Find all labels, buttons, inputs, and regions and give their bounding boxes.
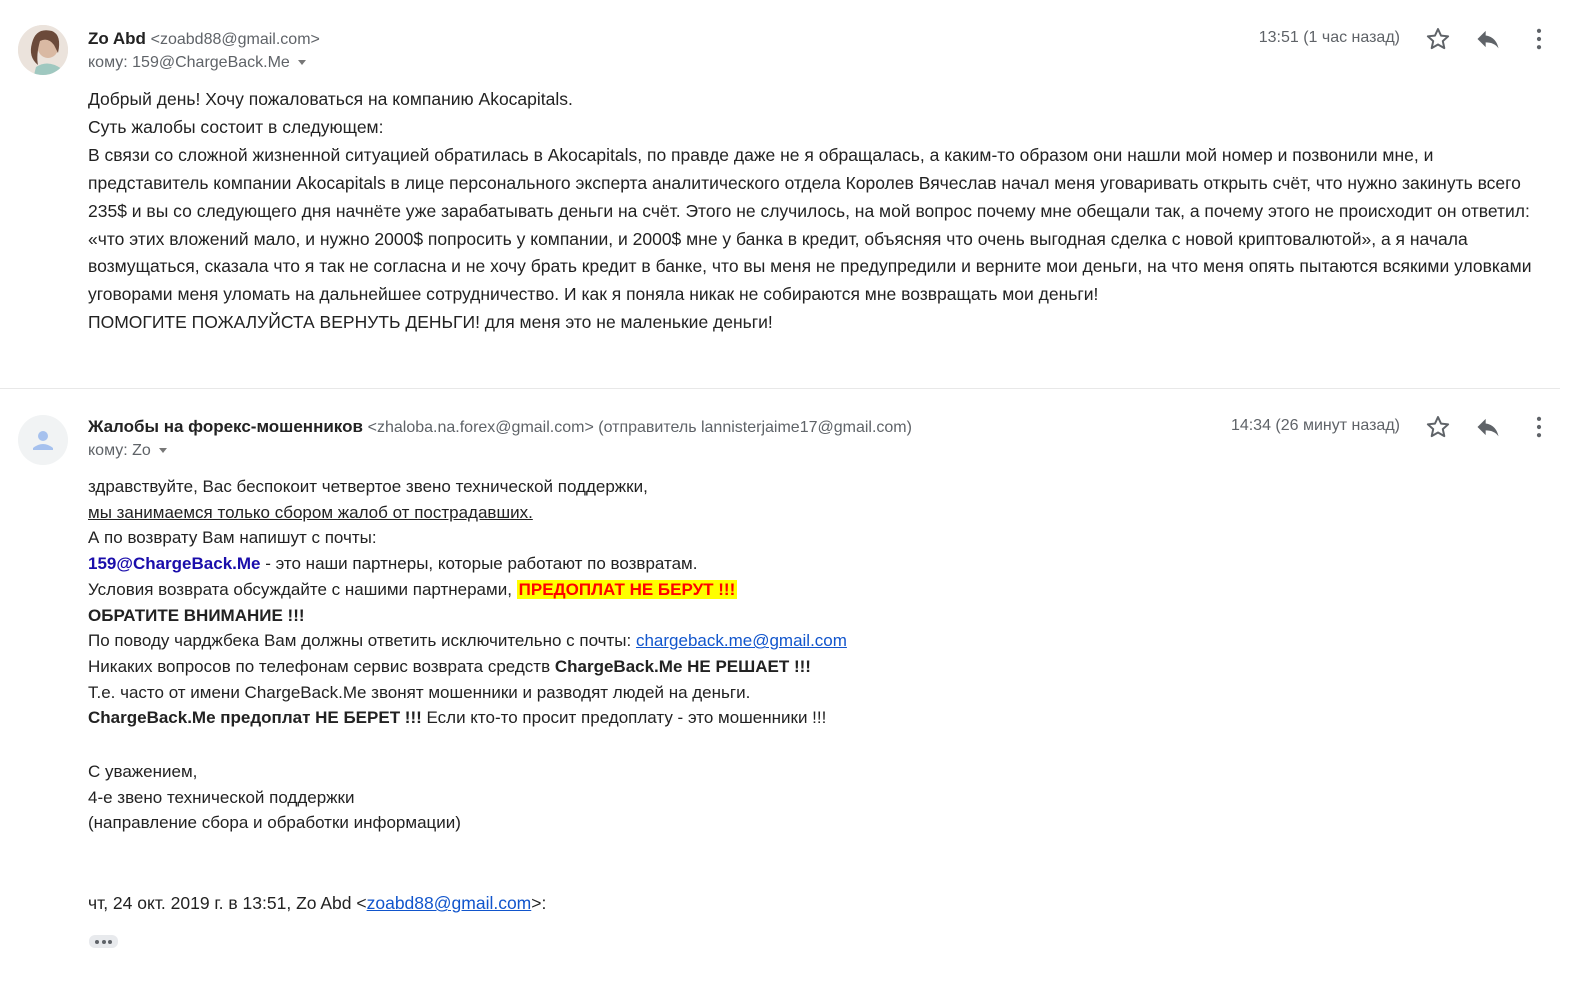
star-button[interactable] xyxy=(1424,25,1452,53)
body-line: Суть жалобы состоит в следующем: xyxy=(88,116,384,137)
avatar-photo-icon xyxy=(18,25,68,75)
body-paragraph: В связи со сложной жизненной ситуацией о… xyxy=(88,144,1532,305)
body-line: По поводу чарджбека Вам должны ответить … xyxy=(88,628,1288,654)
ellipsis-icon xyxy=(95,940,99,944)
email-message-1: Zo Abd <zoabd88@gmail.com> кому: 159@Cha… xyxy=(0,0,1577,388)
recipient-text: кому: Zo xyxy=(88,442,151,459)
body-line: 159@ChargeBack.Me - это наши партнеры, к… xyxy=(88,551,1288,577)
more-vert-icon xyxy=(1536,416,1542,438)
body-line: мы занимаемся только сбором жалоб от пос… xyxy=(88,502,533,522)
sender-avatar[interactable] xyxy=(18,25,68,75)
body-bold-text: ChargeBack.Me НЕ РЕШАЕТ !!! xyxy=(554,656,811,676)
quote-text: >: xyxy=(531,893,547,913)
chargeback-email-link[interactable]: chargeback.me@gmail.com xyxy=(636,631,847,650)
timestamp: 14:34 (26 минут назад) xyxy=(1230,417,1400,434)
partner-email[interactable]: 159@ChargeBack.Me xyxy=(88,554,261,573)
more-options-button[interactable] xyxy=(1525,413,1553,441)
message-body: здравствуйте, Вас беспокоит четвертое зв… xyxy=(88,474,1288,836)
body-line: А по возврату Вам напишут с почты: xyxy=(88,528,377,548)
signature-line: (направление сбора и обработки информаци… xyxy=(88,813,461,833)
body-line: Никаких вопросов по телефонам сервис воз… xyxy=(88,654,1288,680)
body-text: Никаких вопросов по телефонам сервис воз… xyxy=(88,656,555,676)
show-details-chevron-icon[interactable] xyxy=(297,60,306,66)
body-line: ПОМОГИТЕ ПОЖАЛУЙСТА ВЕРНУТЬ ДЕНЬГИ! для … xyxy=(88,312,773,333)
reply-icon xyxy=(1477,418,1499,437)
sender-name[interactable]: Жалобы на форекс-мошенников xyxy=(88,417,363,436)
body-text: - это наши партнеры, которые работают по… xyxy=(260,554,698,574)
sender-name[interactable]: Zo Abd xyxy=(88,29,146,48)
recipient-line: кому: Zo xyxy=(88,442,167,460)
star-icon xyxy=(1426,416,1450,438)
show-trimmed-content-button[interactable] xyxy=(89,935,118,948)
message-body: Добрый день! Хочу пожаловаться на компан… xyxy=(88,86,1548,337)
quote-email-link[interactable]: zoabd88@gmail.com xyxy=(367,893,532,913)
message-divider xyxy=(0,388,1560,389)
sender-avatar[interactable] xyxy=(18,415,68,465)
body-line: ОБРАТИТЕ ВНИМАНИЕ !!! xyxy=(88,605,305,625)
sender-email: <zhaloba.na.forex@gmail.com> (отправител… xyxy=(367,419,912,436)
reply-button[interactable] xyxy=(1474,25,1502,53)
recipient-line: кому: 159@ChargeBack.Me xyxy=(88,54,306,72)
body-text: Если кто-то просит предоплату - это моше… xyxy=(421,708,827,728)
quote-text: чт, 24 окт. 2019 г. в 13:51, Zo Abd < xyxy=(88,893,367,913)
timestamp: 13:51 (1 час назад) xyxy=(1258,29,1400,46)
more-options-button[interactable] xyxy=(1525,25,1553,53)
body-line: Условия возврата обсуждайте с нашими пар… xyxy=(88,577,1288,603)
body-text: По поводу чарджбека Вам должны ответить … xyxy=(88,631,636,651)
signature-line: 4-е звено технической поддержки xyxy=(88,787,355,807)
body-bold-text: ChargeBack.Me предоплат НЕ БЕРЕТ !!! xyxy=(88,708,422,728)
sender-email: <zoabd88@gmail.com> xyxy=(150,31,320,48)
body-line: здравствуйте, Вас беспокоит четвертое зв… xyxy=(88,477,648,496)
sender-line: Zo Abd <zoabd88@gmail.com> xyxy=(88,29,320,49)
highlighted-warning: ПРЕДОПЛАТ НЕ БЕРУТ !!! xyxy=(516,579,738,599)
body-line: Добрый день! Хочу пожаловаться на компан… xyxy=(88,89,573,109)
star-icon xyxy=(1426,28,1450,50)
avatar-placeholder-icon xyxy=(18,415,68,465)
recipient-text: кому: 159@ChargeBack.Me xyxy=(88,54,290,71)
ellipsis-icon xyxy=(101,940,106,944)
body-line: Т.е. часто от имени ChargeBack.Me звонят… xyxy=(88,682,751,702)
body-text: Условия возврата обсуждайте с нашими пар… xyxy=(88,579,517,599)
show-details-chevron-icon[interactable] xyxy=(158,448,167,454)
star-button[interactable] xyxy=(1424,413,1452,441)
body-line: ChargeBack.Me предоплат НЕ БЕРЕТ !!! Есл… xyxy=(88,705,1288,731)
signature-line: С уважением, xyxy=(88,762,198,782)
quote-header: чт, 24 окт. 2019 г. в 13:51, Zo Abd <zoa… xyxy=(88,893,546,914)
more-vert-icon xyxy=(1536,28,1542,50)
sender-line: Жалобы на форекс-мошенников <zhaloba.na.… xyxy=(88,417,912,437)
reply-button[interactable] xyxy=(1474,413,1502,441)
ellipsis-icon xyxy=(108,940,112,944)
reply-icon xyxy=(1477,30,1499,49)
